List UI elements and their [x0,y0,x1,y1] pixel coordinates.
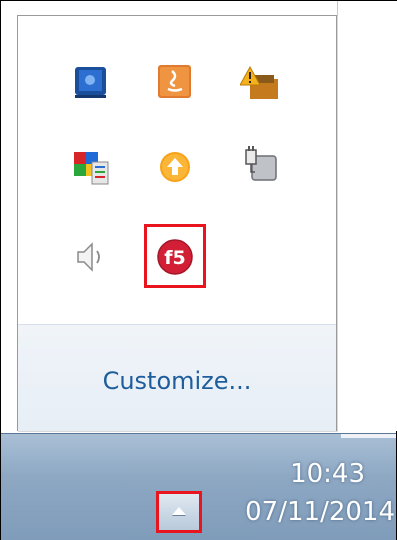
power-plug-icon[interactable] [240,146,282,188]
customize-area: Customize... [18,324,336,431]
customize-link[interactable]: Customize... [18,367,336,395]
clock-date: 07/11/2014 [245,497,395,527]
hidden-icons-area: f5 [18,16,336,324]
taskbar-edge [341,434,396,438]
network-blue-icon[interactable] [70,61,112,103]
screenshot-frame: f5 Customize... 10:43 07/11/2014 [0,0,397,540]
notification-overflow-popup: f5 Customize... [17,15,337,431]
color-grid-icon[interactable] [70,146,112,188]
java-icon[interactable] [154,61,196,103]
warning-update-icon[interactable] [240,61,282,103]
up-arrow-icon [172,507,186,515]
desktop-background [337,1,397,431]
f5-icon-highlight [144,224,206,288]
speaker-icon[interactable] [70,236,112,278]
clock-time: 10:43 [290,459,365,489]
taskbar: 10:43 07/11/2014 [1,433,396,540]
system-clock[interactable]: 10:43 07/11/2014 [223,456,395,532]
show-hidden-icons-button[interactable] [156,491,202,533]
update-arrow-icon[interactable] [154,146,196,188]
